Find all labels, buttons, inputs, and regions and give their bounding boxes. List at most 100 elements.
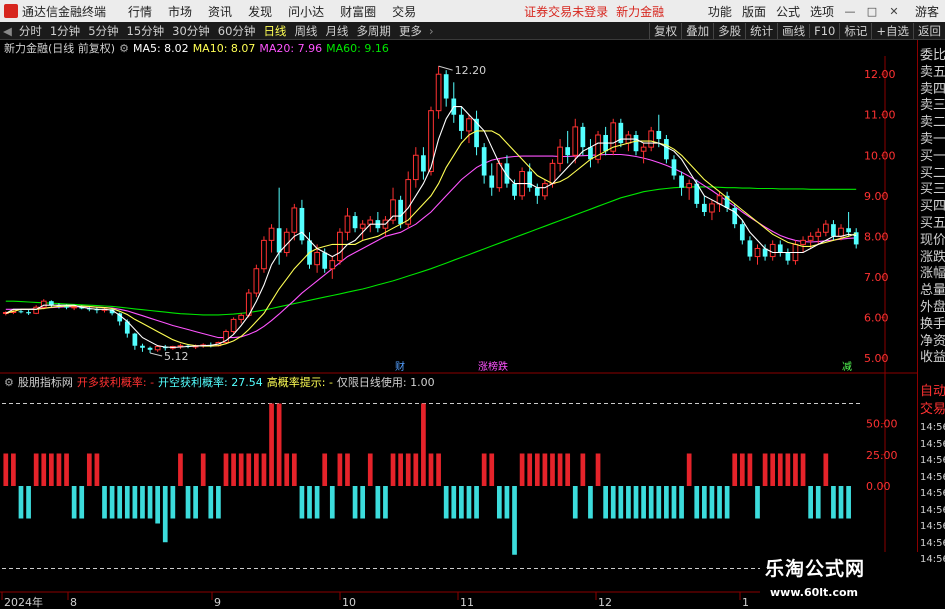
trade-time: 14:56	[920, 554, 945, 565]
ma-info-line: 新力金融(日线 前复权) ⚙ MA5: 8.02 MA10: 8.07 MA20…	[0, 40, 945, 56]
candle-body	[140, 345, 145, 348]
side-label: 现价	[920, 232, 945, 248]
side-label: 卖三	[920, 98, 945, 114]
menu-item-wealth[interactable]: 财富圈	[332, 3, 384, 20]
period-15min[interactable]: 15分钟	[123, 23, 169, 39]
period-multi[interactable]: 多周期	[352, 23, 395, 39]
period-weekly[interactable]: 周线	[290, 23, 321, 39]
period-daily[interactable]: 日线	[259, 23, 290, 39]
period-tick[interactable]: 分时	[15, 23, 46, 39]
tool-adjust[interactable]: 复权	[649, 22, 681, 39]
indicator-bar	[398, 453, 403, 486]
tool-draw[interactable]: 画线	[777, 22, 809, 39]
indicator-bar	[421, 403, 426, 486]
indicator-bar	[504, 486, 510, 519]
guest-label[interactable]: 游客	[905, 3, 945, 20]
side-label: 总量	[920, 283, 945, 299]
ind-tick-label: 50.00	[866, 418, 898, 431]
menu-item-formula[interactable]: 公式	[771, 3, 805, 20]
indicator-bar	[443, 486, 449, 519]
side-label: 买一	[920, 148, 945, 164]
candle-body	[800, 239, 806, 245]
side-auto-trade[interactable]: 自动	[920, 384, 945, 400]
menu-item-function[interactable]: 功能	[703, 3, 737, 20]
trade-time: 14:56	[920, 471, 945, 483]
candle-body	[542, 183, 548, 197]
indicator-bar	[375, 486, 381, 519]
indicator-bar	[671, 486, 677, 519]
period-30min[interactable]: 30分钟	[168, 23, 214, 39]
candle-body	[481, 147, 487, 176]
indicator-bar	[519, 453, 525, 486]
indicator-bar	[428, 453, 434, 486]
candle-body	[664, 139, 669, 160]
indicator-bar	[732, 453, 738, 486]
ma5-value: MA5: 8.02	[132, 41, 189, 55]
indicator-bar	[291, 453, 297, 486]
ma10-value: MA10: 8.07	[192, 41, 256, 55]
tool-add-watchlist[interactable]: +自选	[871, 22, 913, 39]
low-label: 5.12	[164, 350, 189, 363]
close-icon[interactable]: ✕	[883, 5, 905, 18]
indicator-bar	[534, 453, 540, 486]
menu-item-quotes[interactable]: 行情	[120, 3, 160, 20]
period-5min[interactable]: 5分钟	[84, 23, 122, 39]
indicator-bar	[664, 486, 669, 519]
minimize-icon[interactable]: —	[839, 5, 861, 18]
tool-back[interactable]: 返回	[913, 22, 945, 39]
login-warning[interactable]: 证券交易未登录	[520, 3, 612, 20]
candle-body	[565, 147, 571, 156]
candle-body	[314, 252, 320, 266]
candle-body	[261, 239, 267, 270]
period-60min[interactable]: 60分钟	[214, 23, 260, 39]
chart-title: 新力金融(日线 前复权)	[4, 42, 116, 55]
side-auto-trade[interactable]: 交易	[920, 402, 945, 418]
menu-item-news[interactable]: 资讯	[200, 3, 240, 20]
settings-icon[interactable]: ⚙	[119, 42, 129, 55]
candle-body	[421, 155, 426, 172]
maximize-icon[interactable]: □	[861, 5, 883, 18]
side-label: 涨幅	[920, 266, 945, 282]
tool-overlay[interactable]: 叠加	[681, 22, 713, 39]
period-monthly[interactable]: 月线	[321, 23, 352, 39]
period-more[interactable]: 更多	[395, 23, 426, 39]
candle-body	[49, 301, 54, 306]
candle-body	[640, 146, 647, 152]
indicator-bar	[610, 486, 616, 519]
candle-body	[822, 223, 829, 233]
quote-side-panel: 委比 卖五 卖四 卖三 卖二 卖一 买一 买二 买三 买四 买五 现价 涨跌 涨幅 总量 外盘 换手 净资 收益 自动…	[917, 40, 945, 600]
period-1min[interactable]: 1分钟	[46, 23, 84, 39]
menu-item-options[interactable]: 选项	[805, 3, 839, 20]
candlestick-chart[interactable]: 12.0011.0010.009.008.007.006.005.0012.20…	[0, 40, 917, 609]
side-label: 买五	[920, 216, 945, 231]
indicator-bar	[777, 453, 783, 486]
indicator-bar	[557, 453, 563, 486]
menu-item-ask[interactable]: 问小达	[280, 3, 332, 20]
candle-body	[329, 260, 336, 270]
indicator-bar	[489, 453, 495, 486]
menu-item-discover[interactable]: 发现	[240, 3, 280, 20]
indicator-bar	[360, 486, 366, 519]
tool-f10[interactable]: F10	[809, 23, 839, 38]
menu-item-market[interactable]: 市场	[160, 3, 200, 20]
tool-mark[interactable]: 标记	[839, 22, 871, 39]
menu-item-layout[interactable]: 版面	[737, 3, 771, 20]
tool-stats[interactable]: 统计	[745, 22, 777, 39]
menu-item-trade[interactable]: 交易	[384, 3, 424, 20]
indicator-bar	[49, 453, 54, 486]
candle-body	[807, 235, 814, 241]
candle-body	[838, 227, 844, 237]
indicator-bar	[572, 486, 578, 519]
candle-body	[466, 118, 472, 132]
indicator-settings-icon[interactable]: ⚙	[4, 376, 14, 389]
tool-multi-stock[interactable]: 多股	[713, 22, 745, 39]
nav-left-icon[interactable]: ◀	[0, 24, 15, 38]
indicator-bar	[565, 453, 571, 486]
indicator-bar	[200, 453, 206, 486]
nav-right-icon[interactable]: ›	[426, 24, 437, 38]
indicator-bar	[238, 453, 244, 486]
y-tick-label: 11.00	[864, 109, 896, 122]
trade-time: 14:56	[920, 488, 945, 499]
candle-body	[238, 314, 245, 320]
candle-body	[26, 312, 31, 314]
